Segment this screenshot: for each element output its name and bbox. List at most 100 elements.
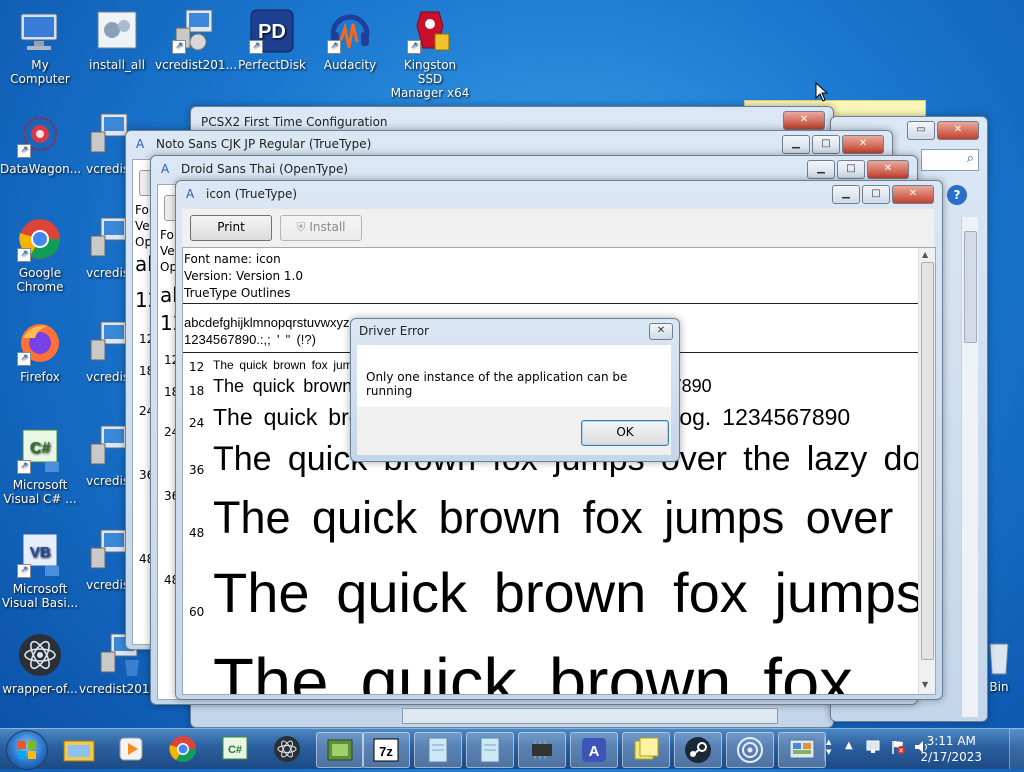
close-button[interactable]: ✕ [937, 121, 979, 140]
desktop-icon-kingston[interactable]: ↗ Kingston SSD Manager x64 [390, 8, 470, 100]
desktop-icon-label: DataWagon... [0, 162, 82, 176]
desktop-icon-label: Firefox [20, 370, 60, 384]
svg-text:C#: C# [30, 440, 51, 457]
minimize-button[interactable]: ▁ [807, 160, 835, 179]
computer-icon [17, 8, 63, 54]
desktop-icon-install-all[interactable]: install_all [77, 8, 157, 72]
scroll-up-icon[interactable]: ▲ [922, 250, 928, 259]
desktop-icon-label: Kingston SSD Manager x64 [390, 58, 470, 100]
size-label: 60 [189, 605, 205, 619]
desktop-icon-firefox[interactable]: ↗ Firefox [0, 320, 80, 384]
font-app-icon: A [186, 187, 195, 201]
show-hidden-icons-icon[interactable]: ▲ [845, 740, 853, 751]
close-button[interactable]: ✕ [783, 111, 825, 130]
close-button[interactable]: ✕ [867, 160, 909, 179]
desktop-icon-label: My Computer [10, 58, 70, 86]
desktop-icon-vcredist-1[interactable]: ↗ vcredist201... [155, 8, 237, 72]
close-button[interactable]: ✕ [892, 185, 934, 204]
taskbar-visual-csharp[interactable]: C# [212, 732, 258, 766]
minimize-button[interactable]: ▁ [832, 185, 860, 204]
svg-text:C#: C# [228, 744, 242, 756]
background-window-edge [402, 708, 778, 724]
font-outline-type: TrueType Outlines [184, 286, 291, 300]
print-button[interactable]: Print [190, 215, 272, 241]
maximize-button[interactable]: □ [862, 185, 890, 204]
font-app-icon: A [161, 162, 170, 176]
desktop-icon-google-chrome[interactable]: ↗ Google Chrome [0, 216, 80, 294]
maximize-button[interactable]: □ [812, 135, 840, 154]
gpu-icon [327, 739, 353, 761]
dialog-title: Driver Error [359, 324, 429, 338]
taskbar-media-player[interactable] [108, 732, 154, 766]
start-button[interactable] [6, 730, 48, 770]
taskbar-notepad-2[interactable] [466, 732, 514, 768]
font-preview-area: Font name: icon Version: Version 1.0 Tru… [182, 247, 936, 695]
restore-button[interactable]: ▭ [907, 121, 935, 140]
desktop-icon-visual-csharp[interactable]: C# ↗ Microsoft Visual C# ... [0, 428, 80, 506]
size-label: 18 [189, 384, 205, 398]
desktop-icon-label: PerfectDisk [238, 58, 306, 72]
shield-icon: ⛨ [296, 220, 306, 234]
svg-text:7z: 7z [379, 744, 393, 759]
dialog-footer: OK [357, 407, 671, 455]
atom-icon [274, 736, 300, 762]
datawagon-icon: ↗ [17, 112, 63, 158]
taskbar-atom[interactable] [264, 732, 310, 766]
desktop-icon-perfectdisk[interactable]: PD ↗ PerfectDisk [232, 8, 312, 72]
taskbar-chrome[interactable] [160, 732, 206, 766]
taskbar-explorer[interactable] [56, 732, 102, 766]
desktop-icon-label: Google Chrome [16, 266, 64, 294]
scroll-down-icon[interactable]: ▼ [922, 680, 928, 689]
desktop-icon-my-computer[interactable]: My Computer [0, 8, 80, 86]
close-button[interactable]: ✕ [649, 323, 673, 340]
driver-error-dialog[interactable]: Driver Error ✕ Only one instance of the … [350, 318, 680, 462]
desktop-icon-label: Microsoft Visual C# ... [3, 478, 77, 506]
chrome-icon [169, 736, 197, 763]
clock-date: 2/17/2023 [920, 750, 982, 764]
spiral-app-icon [737, 737, 763, 763]
visual-csharp-icon: C# ↗ [17, 428, 63, 474]
minimize-button[interactable]: ▁ [782, 135, 810, 154]
ok-button[interactable]: OK [581, 420, 669, 446]
taskbar-control-panel[interactable] [778, 732, 826, 768]
install-button[interactable]: ⛨ Install [280, 215, 362, 241]
search-input[interactable]: ⌕ [921, 149, 979, 171]
taskbar-notepad-1[interactable] [414, 732, 462, 768]
steam-icon [685, 737, 711, 763]
windows-explorer-icon [63, 740, 95, 762]
desktop-icon-visual-basic[interactable]: VB ↗ Microsoft Visual Basi... [0, 532, 80, 610]
sample-line-60: The quick brown fox jumps [213, 561, 919, 624]
taskbar-sticky-notes[interactable] [622, 732, 670, 768]
action-center-flag-icon[interactable]: ✕ [890, 739, 906, 755]
taskbar-scroll[interactable]: ▲ ▼ [824, 737, 835, 761]
taskbar-chip-tool[interactable] [518, 732, 566, 768]
size-label: 24 [189, 416, 205, 430]
toolbar: Print ⛨ Install [182, 209, 934, 247]
desktop-icon-wrapper[interactable]: wrapper-of... [0, 632, 80, 696]
scrollbar[interactable] [961, 217, 978, 717]
7zip-icon: 7z [373, 738, 399, 762]
window-title: Noto Sans CJK JP Regular (TrueType) [156, 137, 372, 151]
svg-text:A: A [589, 743, 600, 760]
show-desktop-button[interactable] [1009, 729, 1024, 769]
taskbar-spiral-app[interactable] [726, 732, 774, 768]
notepad-icon [428, 737, 448, 763]
network-icon[interactable] [866, 739, 880, 755]
windows-logo-icon [18, 741, 36, 759]
taskbar-font-viewer[interactable]: A [570, 732, 618, 768]
close-button[interactable]: ✕ [842, 135, 884, 154]
install-label: Install [309, 220, 346, 234]
desktop-icon-audacity[interactable]: ↗ Audacity [310, 8, 390, 72]
svg-text:✕: ✕ [898, 747, 904, 755]
mouse-cursor-icon [815, 82, 829, 102]
system-clock[interactable]: 3:11 AM 2/17/2023 [920, 733, 982, 765]
taskbar-gpu-tool[interactable] [316, 732, 364, 768]
taskbar-7zip[interactable]: 7z [362, 732, 410, 768]
help-icon[interactable]: ? [947, 185, 967, 205]
scroll-thumb[interactable] [921, 262, 934, 660]
sticky-notes-icon [634, 737, 659, 760]
maximize-button[interactable]: □ [837, 160, 865, 179]
vertical-scrollbar[interactable]: ▲ ▼ [918, 248, 935, 694]
taskbar-steam[interactable] [674, 732, 722, 768]
desktop-icon-datawagon[interactable]: ↗ DataWagon... [0, 112, 82, 176]
